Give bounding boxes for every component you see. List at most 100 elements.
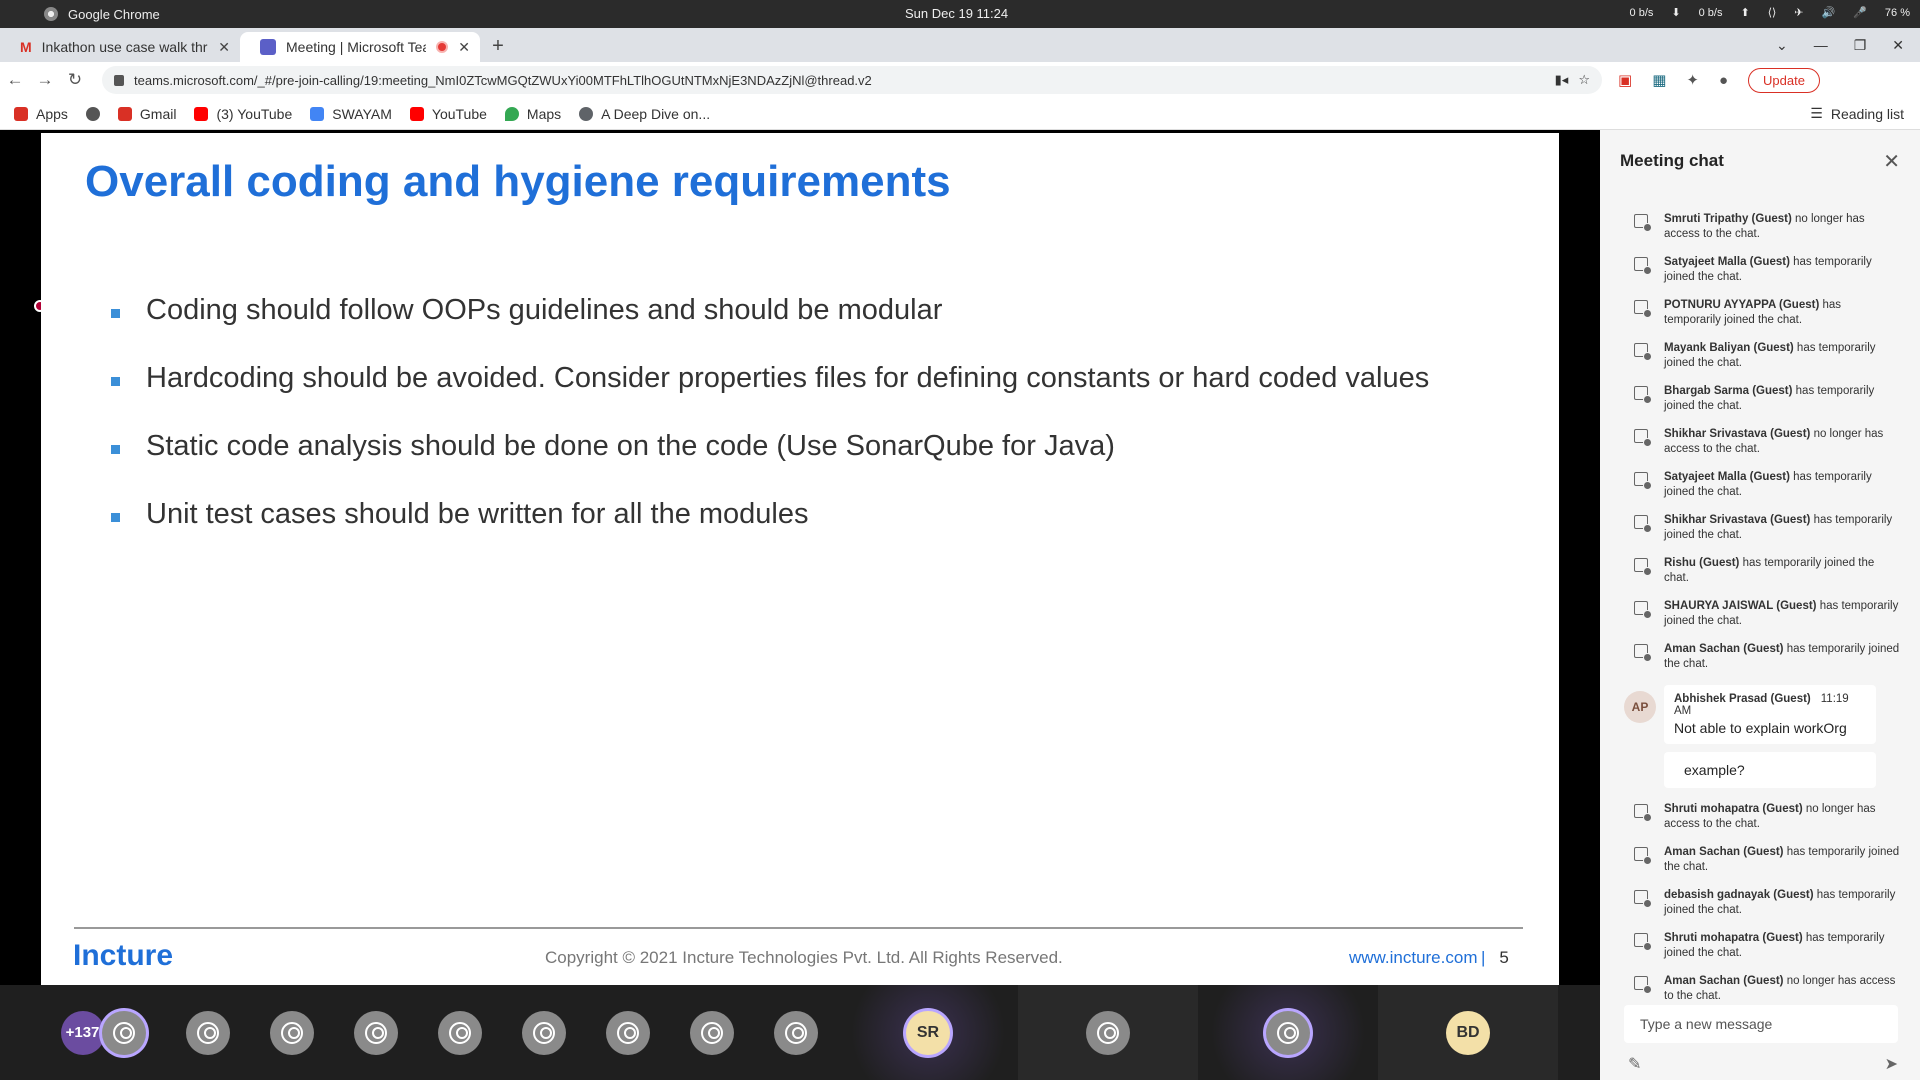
bookmark-youtube[interactable]: YouTube	[409, 106, 487, 122]
code-icon[interactable]: ⟨⟩	[1768, 6, 1777, 19]
bookmark-deep-dive[interactable]: A Deep Dive on...	[579, 106, 710, 122]
participant-gallery: +137 SR BD	[0, 985, 1600, 1080]
sender-avatar: AP	[1624, 691, 1656, 723]
participant-tile[interactable]	[166, 985, 250, 1080]
chat-message-continued[interactable]: example?	[1664, 752, 1876, 788]
youtube-icon	[409, 106, 424, 121]
bookmark-youtube-3[interactable]: (3) YouTube	[194, 106, 292, 122]
bookmark-apps[interactable]: Apps	[14, 106, 68, 122]
net-down: 0 b/s	[1629, 6, 1654, 19]
puzzle-icon[interactable]: ✦	[1686, 71, 1699, 89]
event-participant-name: Aman Sachan (Guest)	[1664, 846, 1784, 858]
bullet-marker	[111, 445, 120, 454]
battery-level[interactable]: 76 %	[1885, 7, 1910, 19]
tab-search-icon[interactable]: ⌄	[1776, 37, 1788, 54]
back-icon[interactable]: ←	[0, 70, 30, 90]
participant-tile[interactable]	[586, 985, 670, 1080]
bookmark-globe[interactable]	[85, 106, 100, 121]
participant-tile[interactable]	[82, 985, 166, 1080]
restore-icon[interactable]: ❐	[1854, 37, 1867, 54]
event-text: Aman Sachan (Guest) has temporarily join…	[1664, 642, 1900, 672]
participant-tile-sr[interactable]: SR	[838, 985, 1018, 1080]
tab-teams[interactable]: Meeting | Microsoft Teams ✕	[240, 32, 480, 62]
volume-icon[interactable]: 🔊	[1822, 6, 1836, 19]
close-icon[interactable]: ✕	[1883, 149, 1900, 174]
clock[interactable]: Sun Dec 19 11:24	[905, 6, 1008, 21]
bullet-text: Unit test cases should be written for al…	[146, 498, 809, 530]
chat-access-icon	[1634, 933, 1652, 951]
chat-access-icon	[1634, 601, 1652, 619]
recording-icon	[436, 41, 449, 53]
chat-message-list[interactable]: Smruti Tripathy (Guest) no longer has ac…	[1600, 212, 1920, 1060]
chat-access-icon	[1634, 644, 1652, 662]
page-icon	[579, 106, 594, 121]
bullet-marker	[111, 513, 120, 522]
participant-tile[interactable]	[502, 985, 586, 1080]
footer-divider	[74, 927, 1523, 929]
chat-system-event: Satyajeet Malla (Guest) has temporarily …	[1600, 255, 1920, 285]
lock-icon[interactable]	[114, 74, 124, 86]
bookmark-label: (3) YouTube	[216, 105, 293, 122]
participant-tile[interactable]	[334, 985, 418, 1080]
participant-tile[interactable]	[754, 985, 838, 1080]
person-icon	[617, 1021, 639, 1044]
gmail-icon	[117, 106, 132, 121]
airplane-icon[interactable]: ✈	[1794, 6, 1803, 19]
copyright-text: Copyright © 2021 Incture Technologies Pv…	[545, 948, 1063, 967]
chat-access-icon	[1634, 558, 1652, 576]
participant-avatar	[606, 1010, 650, 1055]
bookmarks-bar: Apps Gmail (3) YouTube SWAYAM YouTube Ma…	[0, 98, 1920, 130]
extension-teal-icon[interactable]: ▦	[1652, 71, 1666, 89]
active-app-name[interactable]: Google Chrome	[68, 7, 160, 22]
slide-bullets: Coding should follow OOPs guidelines and…	[111, 293, 1511, 565]
window-controls: ⌄ — ❐ ✕	[1776, 28, 1920, 62]
participant-tile[interactable]	[670, 985, 754, 1080]
format-icon[interactable]: ✎	[1628, 1054, 1641, 1074]
extension-red-icon[interactable]: ▣	[1618, 71, 1632, 89]
url-field[interactable]: teams.microsoft.com/_#/pre-join-calling/…	[102, 66, 1602, 94]
compose-input[interactable]: Type a new message	[1624, 1005, 1898, 1043]
reading-list[interactable]: ☰ Reading list	[1810, 105, 1904, 122]
participant-avatar	[186, 1010, 230, 1055]
participant-tile[interactable]	[1198, 985, 1378, 1080]
participant-tile[interactable]	[250, 985, 334, 1080]
mic-icon[interactable]: 🎤	[1853, 6, 1867, 19]
event-text: Aman Sachan (Guest) has temporarily join…	[1664, 845, 1900, 875]
person-icon	[113, 1021, 135, 1044]
chat-system-event: Shikhar Srivastava (Guest) no longer has…	[1600, 427, 1920, 457]
reading-list-label: Reading list	[1830, 105, 1904, 122]
tab-gmail[interactable]: M Inkathon use case walk thro ✕	[0, 32, 240, 62]
chat-access-icon	[1634, 429, 1652, 447]
minimize-icon[interactable]: —	[1814, 37, 1828, 53]
bullet-marker	[111, 309, 120, 318]
close-tab-icon[interactable]: ✕	[458, 39, 470, 56]
event-participant-name: Shikhar Srivastava (Guest)	[1664, 428, 1811, 440]
person-icon	[365, 1021, 387, 1044]
camera-icon[interactable]: ▮◂	[1555, 72, 1569, 88]
participant-tile[interactable]	[418, 985, 502, 1080]
close-window-icon[interactable]: ✕	[1892, 37, 1904, 54]
event-text: Shikhar Srivastava (Guest) has temporari…	[1664, 513, 1900, 543]
participant-tile[interactable]	[1018, 985, 1198, 1080]
sender-name: Abhishek Prasad (Guest)	[1674, 693, 1811, 705]
send-icon[interactable]: ➤	[1885, 1054, 1898, 1074]
participant-tile-bd[interactable]: BD	[1378, 985, 1558, 1080]
event-participant-name: Satyajeet Malla (Guest)	[1664, 471, 1790, 483]
profile-avatar[interactable]: ●	[1719, 72, 1728, 89]
star-icon[interactable]: ☆	[1578, 72, 1590, 88]
new-tab-button[interactable]: +	[480, 35, 516, 62]
forward-icon[interactable]: →	[30, 70, 60, 90]
update-button[interactable]: Update	[1748, 67, 1820, 93]
url-text[interactable]: teams.microsoft.com/_#/pre-join-calling/…	[134, 73, 1545, 88]
chat-message[interactable]: AP Abhishek Prasad (Guest) 11:19 AM Not a…	[1624, 685, 1876, 744]
net-up: 0 b/s	[1698, 6, 1723, 19]
event-participant-name: Rishu (Guest)	[1664, 557, 1740, 569]
bookmark-gmail[interactable]: Gmail	[117, 106, 176, 122]
reload-icon[interactable]: ↻	[60, 70, 90, 90]
participant-avatar	[102, 1010, 146, 1055]
bookmark-swayam[interactable]: SWAYAM	[310, 106, 392, 122]
bookmark-maps[interactable]: Maps	[504, 106, 561, 122]
upload-icon: ⬆	[1740, 7, 1750, 19]
globe-icon	[85, 106, 100, 121]
close-tab-icon[interactable]: ✕	[218, 39, 230, 56]
